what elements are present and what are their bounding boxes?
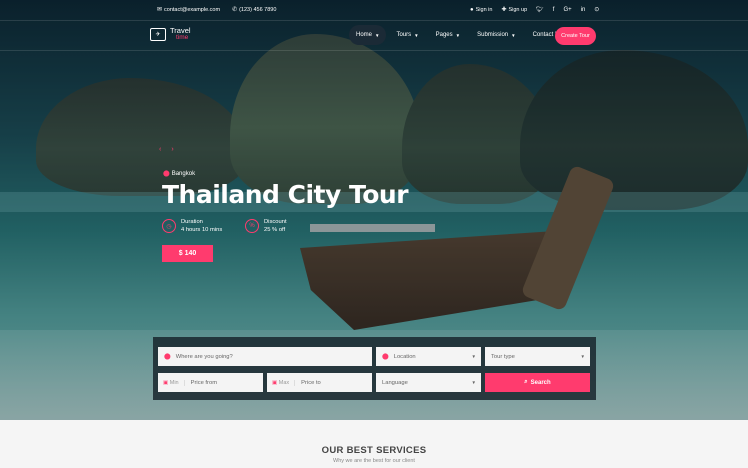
duration-info: ◷ Duration 4 hours 10 mins (162, 218, 222, 234)
percent-icon: % (245, 219, 259, 233)
pinterest-icon[interactable]: ⊙ (594, 7, 599, 13)
chevron-right-icon[interactable]: › (171, 146, 173, 153)
nav-item-home[interactable]: Home ▼ (349, 25, 387, 45)
tour-type-select[interactable]: Tour type ▼ (485, 347, 590, 366)
envelope-icon: ✉ (157, 7, 163, 13)
services-section: OUR BEST SERVICES Why we are the best fo… (0, 420, 748, 468)
price-button[interactable]: $ 140 (162, 245, 213, 262)
hero-location: ⬤ Bangkok (163, 170, 196, 178)
chevron-left-icon[interactable]: ‹ (159, 146, 161, 153)
nav-item-submission[interactable]: Submission ▼ (470, 25, 522, 45)
chevron-down-icon: ▼ (471, 354, 476, 359)
linkedin-icon[interactable]: in (581, 7, 586, 13)
chevron-down-icon: ▼ (471, 380, 476, 385)
nav-menu: Home ▼ Tours ▼ Pages ▼ Submission ▼ Contact … (349, 25, 577, 45)
facebook-icon[interactable]: f (553, 7, 555, 13)
chevron-down-icon: ▼ (455, 32, 461, 38)
luggage-icon: ✈ (150, 27, 166, 41)
price-from-input[interactable]: ▣ Min Price from (158, 373, 263, 392)
chevron-down-icon: ▼ (511, 32, 516, 38)
nav-item-tours[interactable]: Tours ▼ (389, 25, 425, 45)
language-select[interactable]: Language ▼ (376, 373, 481, 392)
location-select[interactable]: ⬤ Location ▼ (376, 347, 481, 366)
google-plus-icon[interactable]: G+ (563, 7, 571, 13)
chevron-down-icon: ▼ (414, 32, 419, 38)
map-pin-icon: ⬤ (163, 171, 170, 177)
binoculars-icon: ⌕ (524, 379, 528, 385)
clock-icon: ◷ (162, 219, 176, 233)
destination-input[interactable]: ⬤ Where are you going? (158, 347, 372, 366)
discount-info: % Discount 25 % off (245, 218, 287, 234)
money-icon: ▣ (163, 379, 169, 386)
email-link[interactable]: ✉ contact@example.com (157, 7, 220, 13)
search-button[interactable]: ⌕ Search (485, 373, 590, 392)
map-pin-icon: ⬤ (164, 354, 171, 360)
main-navbar: ✈ Travel time Home ▼ Tours ▼ Pages ▼ Submis… (0, 21, 748, 51)
phone-link[interactable]: ✆ (123) 456 7890 (232, 7, 276, 13)
sign-up-link[interactable]: ✚ Sign up (501, 7, 527, 13)
hero-title: Thailand City Tour (162, 180, 409, 209)
chevron-down-icon: ▼ (580, 354, 585, 359)
map-pin-icon: ⬤ (382, 354, 389, 360)
create-tour-button[interactable]: Create Tour (555, 27, 596, 45)
top-bar: ✉ contact@example.com ✆ (123) 456 7890 ● Si… (0, 0, 748, 21)
sign-in-link[interactable]: ● Sign in (470, 7, 492, 13)
section-subtitle: Why we are the best for our client (333, 458, 415, 464)
price-to-input[interactable]: ▣ Max Price to (267, 373, 372, 392)
user-plus-icon: ✚ (501, 7, 507, 13)
nav-item-pages[interactable]: Pages ▼ (429, 25, 467, 45)
slider-arrows: ‹ › (159, 146, 174, 153)
twitter-icon[interactable]: 🐦︎ (536, 7, 544, 13)
chevron-down-icon: ▼ (375, 32, 380, 38)
section-title: OUR BEST SERVICES (321, 445, 427, 456)
phone-icon: ✆ (232, 7, 238, 13)
money-icon: ▣ (272, 379, 278, 386)
site-logo[interactable]: ✈ Travel time (150, 27, 191, 41)
user-icon: ● (470, 7, 474, 13)
